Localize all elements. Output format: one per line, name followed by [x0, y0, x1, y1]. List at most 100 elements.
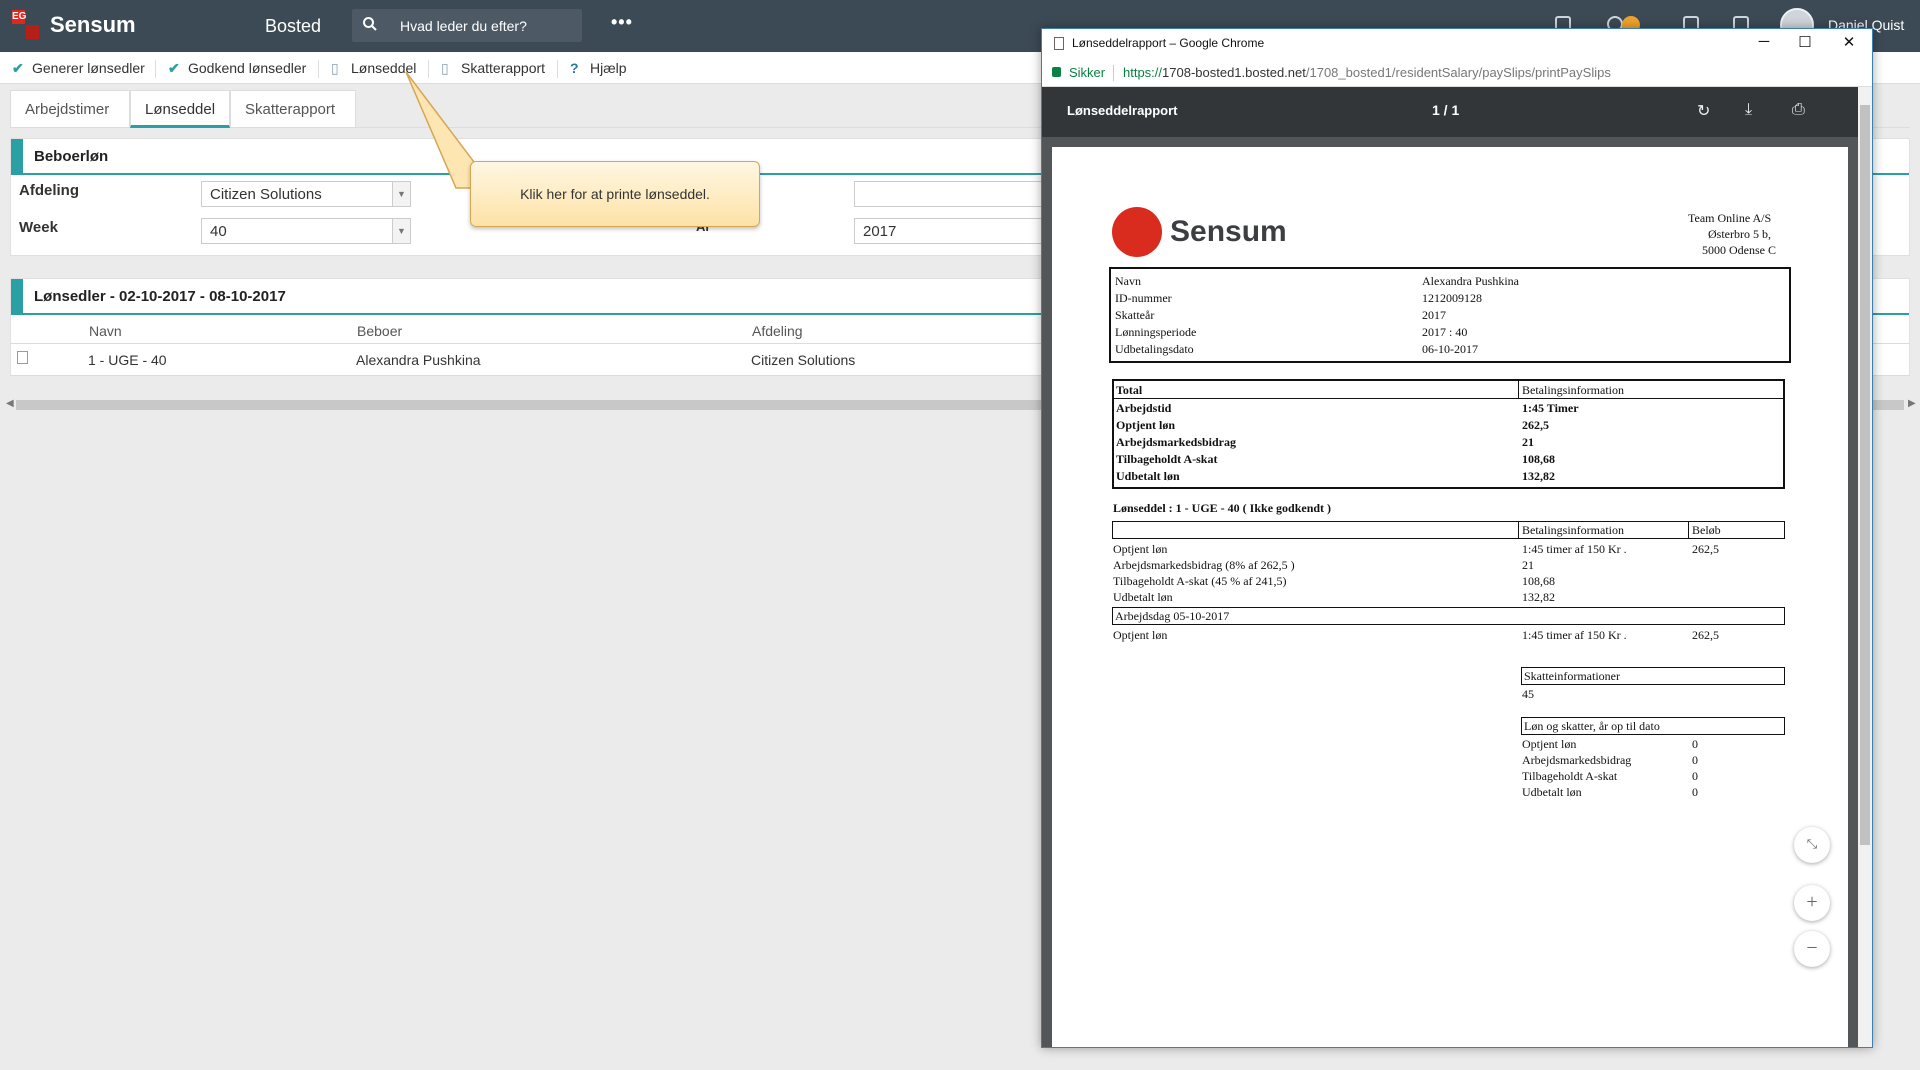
minimize-button[interactable]: ─ [1754, 33, 1774, 50]
pdf-viewer: Lønseddelrapport 1 / 1 ↻ ⤓ ⎙ Sensum Team… [1042, 87, 1858, 1047]
rotate-icon[interactable]: ↻ [1697, 101, 1710, 121]
total-label: Arbejdstid [1116, 401, 1172, 415]
scroll-right-arrow[interactable]: ▶ [1908, 398, 1916, 409]
help-button[interactable]: ? Hjælp [570, 60, 627, 76]
vertical-scrollbar[interactable] [1858, 87, 1872, 1047]
column-header-navn[interactable]: Navn [89, 323, 122, 339]
column-header-afdeling[interactable]: Afdeling [752, 323, 803, 339]
payslip-department: Citizen Solutions [751, 352, 856, 368]
eg-logo-icon: EG [12, 10, 40, 40]
ytd-header: Løn og skatter, år op til dato [1524, 719, 1660, 733]
tax-info-header: Skatteinformationer [1524, 669, 1620, 683]
close-button[interactable]: ✕ [1839, 33, 1859, 51]
week-label: Week [19, 219, 58, 236]
amount-header: Beløb [1692, 523, 1721, 537]
total-value: 108,68 [1522, 452, 1555, 466]
app-name[interactable]: Sensum [50, 12, 136, 38]
company-address: Østerbro 5 b, [1708, 227, 1771, 241]
pdf-title: Lønseddelrapport [1067, 103, 1178, 118]
info-label: ID-nummer [1115, 291, 1172, 305]
callout-pointer [405, 71, 479, 189]
workday-row-amount: 262,5 [1692, 628, 1719, 642]
total-header: Total [1116, 383, 1143, 397]
slip-row-info: 1:45 timer af 150 Kr . [1522, 542, 1627, 556]
tab-arbejdstimer[interactable]: Arbejdstimer [10, 90, 130, 128]
workday-row-label: Optjent løn [1113, 628, 1168, 642]
info-value: 1212009128 [1422, 291, 1482, 305]
ytd-label: Tilbageholdt A-skat [1522, 769, 1618, 783]
address-bar[interactable]: Sikker https://1708-bosted1.bosted.net/1… [1042, 59, 1872, 87]
ytd-value: 0 [1692, 737, 1698, 751]
module-title[interactable]: Bosted [265, 16, 321, 37]
chevron-down-icon: ▼ [392, 219, 410, 243]
payslip-name: 1 - UGE - 40 [88, 352, 167, 368]
total-value: 262,5 [1522, 418, 1549, 432]
total-label: Optjent løn [1116, 418, 1176, 432]
slip-row-label: Tilbageholdt A-skat (45 % af 241,5) [1113, 574, 1287, 588]
company-city: 5000 Odense C [1702, 243, 1776, 257]
info-label: Navn [1115, 274, 1141, 288]
payslip-list-title: Lønsedler - 02-10-2017 - 08-10-2017 [34, 288, 286, 305]
ytd-label: Udbetalt løn [1522, 785, 1582, 799]
page-indicator: 1 / 1 [1432, 102, 1460, 118]
slip-row-amount: 262,5 [1692, 542, 1719, 556]
payslip-resident: Alexandra Pushkina [356, 352, 481, 368]
year-select[interactable]: 2017 [854, 218, 1042, 244]
pdf-toolbar: Lønseddelrapport 1 / 1 ↻ ⤓ ⎙ [1042, 87, 1858, 137]
info-label: Skatteår [1115, 308, 1155, 322]
tab-skatterapport[interactable]: Skatterapport [230, 90, 356, 128]
extra-select[interactable] [854, 181, 1042, 207]
pdf-page: Sensum Team Online A/S Østerbro 5 b, 500… [1052, 147, 1848, 1047]
payment-info-header: Betalingsinformation [1522, 383, 1624, 397]
pdf-icon: ▯ [331, 60, 339, 76]
info-value: Alexandra Pushkina [1422, 274, 1519, 288]
department-label: Afdeling [19, 182, 79, 199]
total-value: 1:45 Timer [1522, 401, 1579, 415]
info-value: 06-10-2017 [1422, 342, 1478, 356]
approve-payslips-button[interactable]: ✔ Godkend lønsedler [168, 60, 306, 77]
ytd-value: 0 [1692, 753, 1698, 767]
column-header-beboer[interactable]: Beboer [357, 323, 402, 339]
ytd-label: Optjent løn [1522, 737, 1577, 751]
slip-row-info: 21 [1522, 558, 1534, 572]
generate-payslips-button[interactable]: ✔ Generer lønsedler [12, 60, 145, 77]
total-value: 132,82 [1522, 469, 1555, 483]
fit-page-icon[interactable]: ⤡ [1794, 827, 1830, 863]
check-icon: ✔ [12, 60, 24, 76]
print-icon[interactable]: ⎙ [1792, 101, 1805, 119]
week-select[interactable]: 40 ▼ [201, 218, 411, 244]
slip-header-box [1112, 521, 1785, 539]
department-select[interactable]: Citizen Solutions ▼ [201, 181, 411, 207]
scroll-left-arrow[interactable]: ◀ [6, 398, 14, 409]
search-placeholder: Hvad leder du efter? [400, 18, 527, 34]
chrome-popup-window: Lønseddelrapport – Google Chrome ─ ☐ ✕ S… [1041, 28, 1873, 1048]
zoom-in-button[interactable]: + [1794, 885, 1830, 921]
total-label: Arbejdsmarkedsbidrag [1116, 435, 1237, 449]
info-value: 2017 [1422, 308, 1446, 322]
maximize-button[interactable]: ☐ [1795, 33, 1815, 51]
secure-label: Sikker [1069, 65, 1106, 80]
table-row[interactable]: 1 - UGE - 40 Alexandra Pushkina Citizen … [10, 345, 1040, 373]
scrollbar-thumb[interactable] [1860, 105, 1870, 845]
ytd-label: Arbejdsmarkedsbidrag [1522, 753, 1632, 767]
tab-lonseddel[interactable]: Lønseddel [130, 90, 230, 128]
total-value: 21 [1522, 435, 1534, 449]
window-title: Lønseddelrapport – Google Chrome [1072, 36, 1265, 50]
zoom-out-button[interactable]: − [1794, 931, 1830, 967]
ytd-value: 0 [1692, 785, 1698, 799]
ytd-value: 0 [1692, 769, 1698, 783]
tooltip-callout: Klik her for at printe lønseddel. [470, 161, 760, 227]
info-value: 2017 : 40 [1422, 325, 1468, 339]
search-box[interactable]: Hvad leder du efter? [352, 9, 582, 42]
more-menu-button[interactable]: ••• [611, 12, 633, 33]
window-titlebar: Lønseddelrapport – Google Chrome ─ ☐ ✕ [1042, 29, 1872, 59]
pdf-icon[interactable] [17, 351, 28, 364]
slip-row-info: 132,82 [1522, 590, 1555, 604]
payslip-title: Lønseddel : 1 - UGE - 40 ( Ikke godkendt… [1113, 501, 1332, 515]
download-icon[interactable]: ⤓ [1745, 101, 1752, 119]
payment-info-header: Betalingsinformation [1522, 523, 1624, 537]
tax-info-value: 45 [1522, 687, 1534, 701]
filter-panel-title: Beboerløn [34, 148, 109, 165]
sensum-logo-icon [1112, 207, 1162, 257]
workday-row-info: 1:45 timer af 150 Kr . [1522, 628, 1627, 642]
